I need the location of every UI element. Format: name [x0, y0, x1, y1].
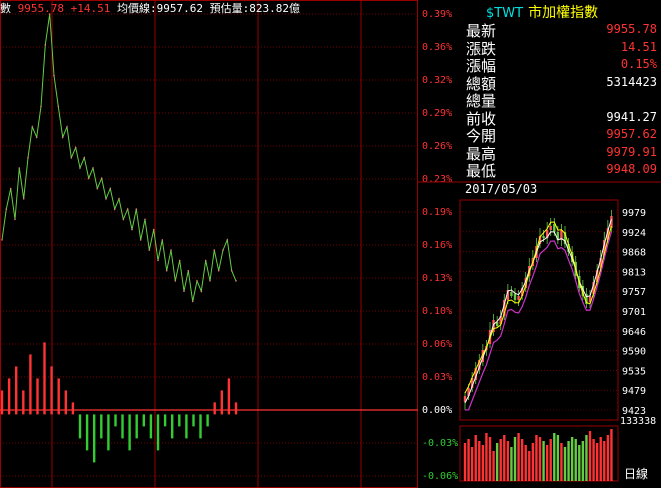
daily-price-tick: 9813 [622, 267, 646, 278]
daily-volume-bar [481, 445, 485, 481]
daily-price-tick: 9979 [622, 208, 646, 219]
daily-volume-bar [610, 429, 613, 481]
daily-volume-bar [520, 439, 524, 481]
daily-volume-bar [503, 435, 506, 481]
daily-volume-bar [570, 437, 574, 481]
daily-volume-bar [542, 441, 545, 481]
daily-volume-bar [492, 451, 495, 481]
daily-volume-bar [488, 437, 492, 481]
daily-candle-body [510, 292, 513, 296]
daily-volume-bar [545, 445, 549, 481]
daily-volume-bar [588, 431, 592, 481]
daily-volume-bar [574, 439, 577, 481]
daily-price-tick: 9924 [622, 228, 646, 239]
daily-volume-bar [513, 437, 517, 481]
daily-volume-bar [485, 433, 488, 481]
daily-volume-bar [499, 439, 502, 481]
daily-price-tick: 9646 [622, 327, 646, 338]
daily-volume-bar [528, 451, 531, 481]
daily-price-tick: 9701 [622, 307, 646, 318]
daily-volume-tick: 133338 [620, 416, 656, 427]
daily-volume-bar [463, 443, 467, 481]
daily-volume-bar [563, 447, 567, 481]
daily-volume-bar [506, 441, 510, 481]
daily-volume-bar [553, 433, 556, 481]
daily-candle-body [542, 236, 545, 238]
daily-volume-bar [510, 447, 513, 481]
daily-volume-bar [595, 443, 599, 481]
daily-volume-bar [578, 445, 581, 481]
daily-volume-bar [606, 435, 610, 481]
daily-price-tick: 9868 [622, 248, 646, 259]
daily-volume-bar [581, 441, 585, 481]
daily-volume-bar [478, 441, 481, 481]
period-label: 日線 [624, 466, 648, 481]
daily-volume-bar [495, 443, 499, 481]
daily-price-tick: 9535 [622, 366, 646, 377]
daily-volume-bar [538, 437, 542, 481]
daily-candle-body [517, 296, 520, 300]
daily-volume-bar [560, 443, 563, 481]
daily-candle-body [553, 224, 556, 232]
daily-candle-body [549, 226, 552, 230]
daily-price-tick: 9590 [622, 347, 646, 358]
daily-volume-bar [603, 441, 606, 481]
daily-candle-body [513, 294, 517, 300]
daily-volume-bar [599, 437, 602, 481]
daily-volume-bar [585, 435, 588, 481]
daily-price-tick: 9479 [622, 386, 646, 397]
daily-ma-magenta [464, 231, 612, 411]
daily-volume-bar [567, 441, 570, 481]
daily-volume-bar [556, 435, 560, 481]
daily-date: 2017/05/03 [465, 182, 537, 196]
daily-volume-bar [531, 443, 535, 481]
daily-volume-bar [474, 435, 477, 481]
daily-volume-bar [549, 439, 552, 481]
daily-volume-bar [517, 433, 520, 481]
daily-volume-bar [535, 435, 538, 481]
daily-chart[interactable]: 2017/05/03 9979 9924 9868 9813 9757 9701 9646 95… [0, 0, 661, 488]
daily-frame [459, 199, 619, 421]
daily-volume-bar [467, 439, 470, 481]
daily-volume-bar [524, 445, 527, 481]
daily-price-tick: 9757 [622, 287, 646, 298]
daily-volume-bar [592, 439, 595, 481]
daily-volume-bar [470, 447, 474, 481]
